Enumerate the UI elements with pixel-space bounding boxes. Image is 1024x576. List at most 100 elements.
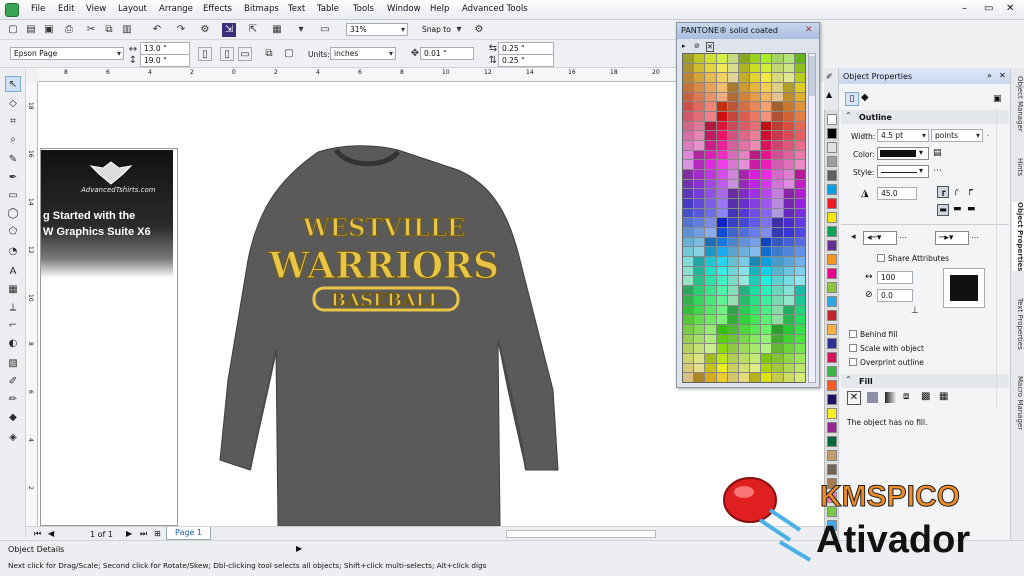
- pantone-swatch[interactable]: [694, 276, 705, 286]
- pantone-swatch[interactable]: [761, 121, 772, 131]
- pantone-swatch[interactable]: [783, 160, 794, 170]
- close-button[interactable]: ✕: [1006, 3, 1014, 14]
- pantone-swatch[interactable]: [772, 83, 783, 92]
- pantone-swatch[interactable]: [683, 189, 694, 199]
- palette-swatch[interactable]: [827, 184, 837, 195]
- pantone-close-icon[interactable]: ✕: [805, 25, 813, 35]
- fill-collapse-icon[interactable]: ⌃: [845, 375, 852, 384]
- menu-help[interactable]: Help: [430, 4, 449, 14]
- welcome-screen-icon[interactable]: ▭: [318, 23, 332, 37]
- pantone-swatch[interactable]: [761, 208, 772, 218]
- publish-pdf-icon[interactable]: ▦: [270, 23, 284, 37]
- cap-butt-icon[interactable]: ▬: [937, 204, 949, 216]
- pantone-swatch[interactable]: [761, 295, 772, 305]
- pantone-swatch[interactable]: [705, 131, 716, 141]
- outline-section-header[interactable]: ⌃ Outline: [841, 110, 1009, 124]
- pantone-swatch[interactable]: [694, 102, 705, 112]
- pantone-swatch[interactable]: [794, 218, 805, 228]
- cap-round-icon[interactable]: ▬: [953, 204, 962, 214]
- pantone-swatch[interactable]: [683, 218, 694, 228]
- pantone-swatch[interactable]: [716, 257, 727, 266]
- pantone-swatch[interactable]: [716, 112, 727, 121]
- portrait-icon[interactable]: ▯: [198, 47, 212, 61]
- pantone-swatch[interactable]: [750, 208, 761, 218]
- pantone-swatch[interactable]: [794, 73, 805, 83]
- pantone-swatch[interactable]: [772, 170, 783, 179]
- menu-file[interactable]: File: [31, 4, 45, 14]
- pantone-swatch[interactable]: [772, 305, 783, 315]
- pantone-swatch[interactable]: [683, 121, 694, 131]
- pantone-swatch[interactable]: [761, 141, 772, 150]
- palette-swatch[interactable]: [827, 128, 837, 139]
- pantone-swatch[interactable]: [794, 102, 805, 112]
- connector-tool-icon[interactable]: ⌐: [5, 318, 21, 334]
- pantone-swatch[interactable]: [794, 363, 805, 373]
- pantone-swatch[interactable]: [716, 131, 727, 141]
- basic-shapes-icon[interactable]: ◔: [5, 244, 21, 260]
- artistic-media-icon[interactable]: ✒: [5, 170, 21, 186]
- pantone-swatch[interactable]: [783, 112, 794, 121]
- pantone-swatch[interactable]: [705, 247, 716, 257]
- pantone-swatch[interactable]: [727, 73, 738, 83]
- palette-swatch[interactable]: [827, 240, 837, 251]
- pantone-swatch[interactable]: [783, 334, 794, 344]
- pantone-swatch[interactable]: [750, 73, 761, 83]
- fill-tool-icon[interactable]: ◆: [5, 410, 21, 426]
- pantone-swatch[interactable]: [750, 315, 761, 324]
- minimize-button[interactable]: –: [962, 3, 967, 14]
- pantone-swatch[interactable]: [772, 257, 783, 266]
- pantone-swatch[interactable]: [761, 247, 772, 257]
- fill-section-header[interactable]: ⌃ Fill: [841, 374, 1009, 388]
- pantone-swatch[interactable]: [750, 373, 761, 382]
- pantone-swatch[interactable]: [738, 266, 750, 276]
- pantone-swatch[interactable]: [761, 112, 772, 121]
- pattern-fill-icon[interactable]: ⧈: [903, 391, 909, 402]
- pantone-swatch[interactable]: [694, 286, 705, 295]
- overprint-outline-checkbox[interactable]: [849, 358, 857, 366]
- palette-swatch[interactable]: [827, 380, 837, 391]
- pantone-swatch[interactable]: [705, 112, 716, 121]
- pantone-swatch[interactable]: [716, 160, 727, 170]
- pantone-swatch[interactable]: [705, 218, 716, 228]
- pantone-swatch[interactable]: [783, 121, 794, 131]
- pantone-swatch[interactable]: [794, 199, 805, 208]
- fill-tab-icon[interactable]: ◆: [861, 92, 869, 103]
- menu-edit[interactable]: Edit: [58, 4, 74, 14]
- copy-icon[interactable]: ⧉: [102, 23, 116, 37]
- menu-arrange[interactable]: Arrange: [159, 4, 193, 14]
- snap-to-dropdown-icon[interactable]: ▾: [452, 23, 466, 37]
- pantone-swatch[interactable]: [761, 344, 772, 353]
- pantone-swatch[interactable]: [694, 295, 705, 305]
- miter-limit-field[interactable]: 45.0: [877, 187, 917, 200]
- pantone-swatch-grid[interactable]: [682, 53, 806, 383]
- pantone-swatch[interactable]: [738, 228, 750, 237]
- pantone-swatch[interactable]: [794, 179, 805, 189]
- pantone-swatch[interactable]: [750, 237, 761, 247]
- search-content-icon[interactable]: ⚙: [198, 23, 212, 37]
- pantone-swatch[interactable]: [727, 266, 738, 276]
- pantone-swatch[interactable]: [750, 228, 761, 237]
- pantone-swatch[interactable]: [683, 150, 694, 160]
- pantone-swatch[interactable]: [716, 83, 727, 92]
- pantone-swatch[interactable]: [750, 266, 761, 276]
- outline-unit-dropdown[interactable]: points: [931, 129, 983, 142]
- pantone-swatch[interactable]: [694, 179, 705, 189]
- corner-bevel-icon[interactable]: ┍: [967, 186, 972, 196]
- pantone-swatch[interactable]: [750, 286, 761, 295]
- pantone-swatch[interactable]: [716, 73, 727, 83]
- pantone-swatch[interactable]: [694, 160, 705, 170]
- interactive-fill-icon[interactable]: ◈: [5, 430, 21, 446]
- pantone-swatch[interactable]: [683, 199, 694, 208]
- pantone-swatch[interactable]: [772, 131, 783, 141]
- pantone-swatch[interactable]: [694, 63, 705, 73]
- pantone-swatch[interactable]: [750, 324, 761, 334]
- palette-swatch[interactable]: [827, 352, 837, 363]
- pantone-swatch[interactable]: [761, 170, 772, 179]
- pantone-swatch[interactable]: [761, 54, 772, 63]
- table-tool-icon[interactable]: ▦: [5, 282, 21, 298]
- pantone-swatch[interactable]: [738, 102, 750, 112]
- default-nib-icon[interactable]: ⊥: [911, 306, 919, 316]
- pantone-swatch[interactable]: [761, 373, 772, 382]
- pantone-swatch[interactable]: [694, 141, 705, 150]
- pantone-swatch[interactable]: [694, 73, 705, 83]
